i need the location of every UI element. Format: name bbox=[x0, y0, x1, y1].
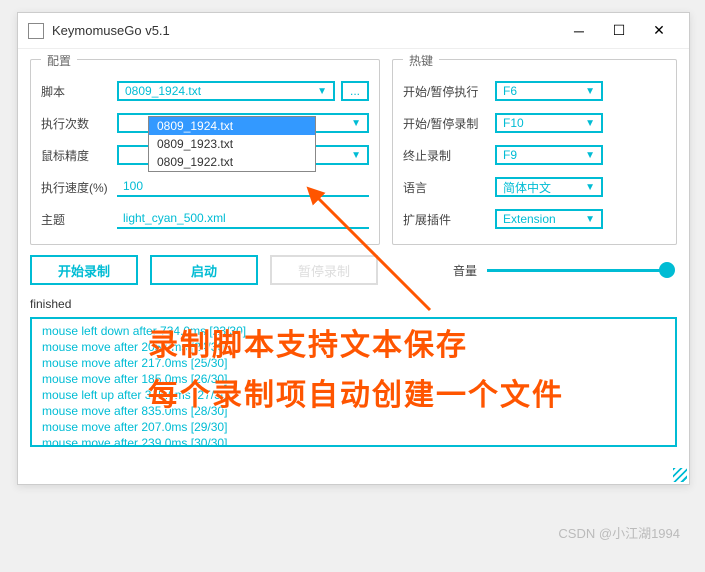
start-rec-select[interactable]: F10 ▼ bbox=[495, 113, 603, 133]
speed-input[interactable]: 100 bbox=[117, 177, 369, 197]
start-record-button[interactable]: 开始录制 bbox=[30, 255, 138, 285]
script-label: 脚本 bbox=[41, 83, 117, 100]
theme-select[interactable]: light_cyan_500.xml bbox=[117, 209, 369, 229]
maximize-button[interactable]: ☐ bbox=[599, 22, 639, 39]
minimize-button[interactable]: ─ bbox=[559, 23, 599, 39]
hotkey-panel: 热键 开始/暂停执行 F6 ▼ 开始/暂停录制 F10 ▼ 终止录制 F9 bbox=[392, 59, 677, 245]
ext-value: Extension bbox=[503, 212, 556, 226]
app-window: KeymomuseGo v5.1 ─ ☐ ✕ 配置 脚本 0809_1924.t… bbox=[17, 12, 690, 485]
start-exec-select[interactable]: F6 ▼ bbox=[495, 81, 603, 101]
dropdown-arrow-icon: ▼ bbox=[351, 150, 361, 161]
theme-value: light_cyan_500.xml bbox=[123, 211, 226, 225]
log-line: mouse move after 207.0ms [29/30] bbox=[42, 419, 665, 435]
launch-button[interactable]: 启动 bbox=[150, 255, 258, 285]
config-panel-title: 配置 bbox=[41, 52, 77, 69]
watermark-text: CSDN @小江湖1994 bbox=[558, 523, 680, 542]
volume-slider[interactable] bbox=[487, 269, 667, 272]
window-title: KeymomuseGo v5.1 bbox=[52, 23, 559, 38]
dropdown-arrow-icon: ▼ bbox=[585, 86, 595, 97]
dropdown-arrow-icon: ▼ bbox=[585, 182, 595, 193]
script-dropdown-list: 0809_1924.txt 0809_1923.txt 0809_1922.tx… bbox=[148, 116, 316, 172]
dropdown-arrow-icon: ▼ bbox=[317, 86, 327, 97]
stop-rec-label: 终止录制 bbox=[403, 147, 495, 164]
stop-rec-value: F9 bbox=[503, 148, 517, 162]
titlebar: KeymomuseGo v5.1 ─ ☐ ✕ bbox=[18, 13, 689, 49]
script-select-value: 0809_1924.txt bbox=[125, 84, 201, 98]
content-area: 配置 脚本 0809_1924.txt ▼ ... 执行次数 ▼ 鼠标精度 bbox=[18, 49, 689, 245]
dropdown-arrow-icon: ▼ bbox=[351, 118, 361, 129]
browse-button[interactable]: ... bbox=[341, 81, 369, 101]
precision-label: 鼠标精度 bbox=[41, 147, 117, 164]
volume-label: 音量 bbox=[453, 262, 477, 279]
volume-control: 音量 bbox=[453, 262, 677, 279]
lang-select[interactable]: 简体中文 ▼ bbox=[495, 177, 603, 197]
dropdown-arrow-icon: ▼ bbox=[585, 214, 595, 225]
script-select[interactable]: 0809_1924.txt ▼ bbox=[117, 81, 335, 101]
start-rec-value: F10 bbox=[503, 116, 524, 130]
speed-value: 100 bbox=[123, 179, 143, 193]
status-text: finished bbox=[18, 295, 689, 313]
speed-label: 执行速度(%) bbox=[41, 179, 117, 196]
dropdown-option[interactable]: 0809_1924.txt bbox=[149, 117, 315, 135]
lang-value: 简体中文 bbox=[503, 179, 551, 196]
config-panel: 配置 脚本 0809_1924.txt ▼ ... 执行次数 ▼ 鼠标精度 bbox=[30, 59, 380, 245]
annotation-text-1: 录制脚本支持文本保存 bbox=[148, 320, 468, 364]
button-row: 开始录制 启动 暂停录制 音量 bbox=[18, 245, 689, 295]
app-icon bbox=[28, 23, 44, 39]
theme-label: 主题 bbox=[41, 211, 117, 228]
dropdown-arrow-icon: ▼ bbox=[585, 118, 595, 129]
annotation-text-2: 每个录制项自动创建一个文件 bbox=[148, 370, 564, 414]
start-exec-value: F6 bbox=[503, 84, 517, 98]
dropdown-arrow-icon: ▼ bbox=[585, 150, 595, 161]
resize-grip-icon[interactable] bbox=[673, 468, 687, 482]
repeat-label: 执行次数 bbox=[41, 115, 117, 132]
dropdown-option[interactable]: 0809_1923.txt bbox=[149, 135, 315, 153]
close-button[interactable]: ✕ bbox=[639, 22, 679, 39]
stop-rec-select[interactable]: F9 ▼ bbox=[495, 145, 603, 165]
start-exec-label: 开始/暂停执行 bbox=[403, 83, 495, 100]
log-line: mouse move after 239.0ms [30/30] bbox=[42, 435, 665, 447]
lang-label: 语言 bbox=[403, 179, 495, 196]
hotkey-panel-title: 热键 bbox=[403, 52, 439, 69]
start-rec-label: 开始/暂停录制 bbox=[403, 115, 495, 132]
ext-label: 扩展插件 bbox=[403, 211, 495, 228]
pause-record-button: 暂停录制 bbox=[270, 255, 378, 285]
dropdown-option[interactable]: 0809_1922.txt bbox=[149, 153, 315, 171]
volume-thumb[interactable] bbox=[659, 262, 675, 278]
ext-select[interactable]: Extension ▼ bbox=[495, 209, 603, 229]
